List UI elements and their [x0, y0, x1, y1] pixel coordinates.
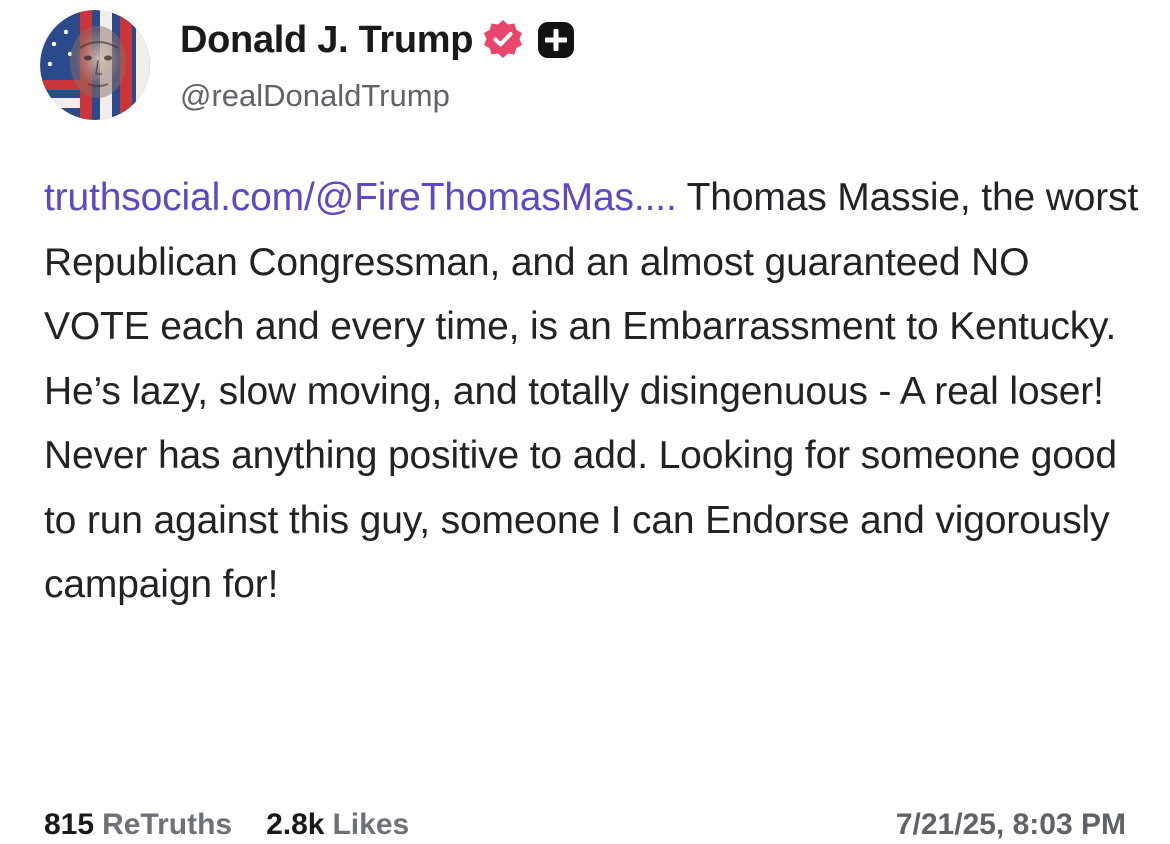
- post-footer: 815 ReTruths 2.8k Likes 7/21/25, 8:03 PM: [44, 800, 1126, 844]
- author-handle[interactable]: @realDonaldTrump: [180, 78, 575, 114]
- post-timestamp[interactable]: 7/21/25, 8:03 PM: [896, 808, 1126, 842]
- retruths-stat[interactable]: 815 ReTruths: [44, 808, 232, 842]
- author-name-row: Donald J. Trump: [180, 16, 575, 64]
- post-text: truthsocial.com/@FireThomasMas.... Thoma…: [44, 166, 1144, 618]
- author-display-name[interactable]: Donald J. Trump: [180, 19, 474, 62]
- post-link[interactable]: truthsocial.com/@FireThomasMas....: [44, 176, 677, 219]
- retruths-label: ReTruths: [102, 808, 233, 841]
- likes-label: Likes: [332, 808, 410, 841]
- likes-count: 2.8k: [266, 808, 325, 841]
- follow-plus-icon[interactable]: [537, 21, 575, 59]
- author-identity: Donald J. Trump @realDonaldTrump: [180, 16, 575, 114]
- post-header: Donald J. Trump @realDonaldTrump: [40, 10, 575, 120]
- likes-stat[interactable]: 2.8k Likes: [266, 808, 409, 842]
- retruths-count: 815: [44, 808, 95, 841]
- verified-badge-icon: [481, 18, 525, 62]
- avatar-image: [40, 10, 150, 120]
- post-body-text: Thomas Massie, the worst Republican Cong…: [44, 176, 1139, 606]
- avatar[interactable]: [40, 10, 150, 120]
